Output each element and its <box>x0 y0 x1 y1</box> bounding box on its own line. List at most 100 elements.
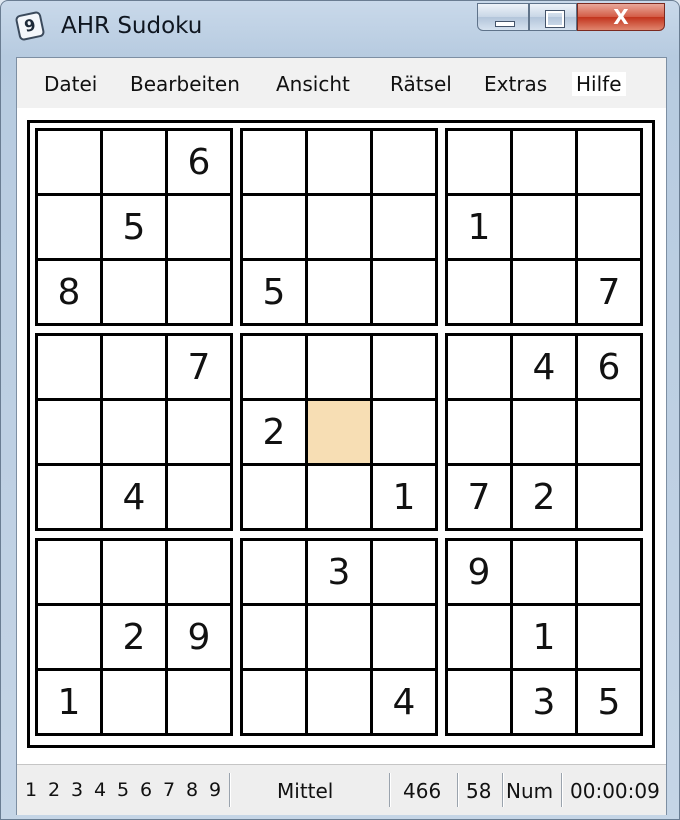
sudoku-cell-r7c9[interactable] <box>575 538 643 606</box>
menu-ansicht[interactable]: Ansicht <box>276 72 350 96</box>
digit-9[interactable]: 9 <box>209 779 221 801</box>
sudoku-cell-r6c9[interactable] <box>575 463 643 531</box>
sudoku-cell-r5c6[interactable] <box>370 398 438 466</box>
sudoku-cell-r6c7[interactable]: 7 <box>445 463 513 531</box>
sudoku-cell-r9c1[interactable]: 1 <box>35 668 103 736</box>
sudoku-cell-r4c8[interactable]: 4 <box>510 333 578 401</box>
menu-datei[interactable]: Datei <box>44 72 97 96</box>
sudoku-cell-r5c5[interactable] <box>305 398 373 466</box>
digit-7[interactable]: 7 <box>163 779 175 801</box>
menu-extras[interactable]: Extras <box>484 72 547 96</box>
sudoku-cell-r9c2[interactable] <box>100 668 168 736</box>
sudoku-cell-r9c5[interactable] <box>305 668 373 736</box>
digit-4[interactable]: 4 <box>94 779 106 801</box>
digit-5[interactable]: 5 <box>117 779 129 801</box>
sudoku-cell-r8c8[interactable]: 1 <box>510 603 578 671</box>
title-bar[interactable]: 9 AHR Sudoku X <box>1 1 679 53</box>
sudoku-cell-r3c9[interactable]: 7 <box>575 258 643 326</box>
sudoku-cell-r8c5[interactable] <box>305 603 373 671</box>
sudoku-cell-r6c2[interactable]: 4 <box>100 463 168 531</box>
sudoku-cell-r3c1[interactable]: 8 <box>35 258 103 326</box>
sudoku-cell-r3c6[interactable] <box>370 258 438 326</box>
digit-1[interactable]: 1 <box>25 779 37 801</box>
sudoku-cell-r4c7[interactable] <box>445 333 513 401</box>
sudoku-cell-r3c4[interactable]: 5 <box>240 258 308 326</box>
sudoku-cell-r6c1[interactable] <box>35 463 103 531</box>
sudoku-cell-r2c9[interactable] <box>575 193 643 261</box>
sudoku-cell-r6c4[interactable] <box>240 463 308 531</box>
sudoku-cell-r7c8[interactable] <box>510 538 578 606</box>
sudoku-cell-r2c3[interactable] <box>165 193 233 261</box>
sudoku-cell-r1c1[interactable] <box>35 128 103 196</box>
sudoku-cell-r1c8[interactable] <box>510 128 578 196</box>
sudoku-cell-r7c5[interactable]: 3 <box>305 538 373 606</box>
sudoku-cell-r3c3[interactable] <box>165 258 233 326</box>
sudoku-cell-r6c5[interactable] <box>305 463 373 531</box>
sudoku-cell-r9c9[interactable]: 5 <box>575 668 643 736</box>
sudoku-cell-r6c8[interactable]: 2 <box>510 463 578 531</box>
sudoku-cell-r1c9[interactable] <box>575 128 643 196</box>
sudoku-cell-r4c3[interactable]: 7 <box>165 333 233 401</box>
sudoku-cell-r5c1[interactable] <box>35 398 103 466</box>
sudoku-cell-r9c8[interactable]: 3 <box>510 668 578 736</box>
sudoku-cell-r1c6[interactable] <box>370 128 438 196</box>
maximize-button[interactable] <box>529 3 577 31</box>
sudoku-cell-r5c9[interactable] <box>575 398 643 466</box>
sudoku-cell-r9c6[interactable]: 4 <box>370 668 438 736</box>
sudoku-cell-r4c4[interactable] <box>240 333 308 401</box>
sudoku-cell-r6c3[interactable] <box>165 463 233 531</box>
digit-6[interactable]: 6 <box>140 779 152 801</box>
sudoku-cell-r5c2[interactable] <box>100 398 168 466</box>
sudoku-cell-r2c4[interactable] <box>240 193 308 261</box>
sudoku-cell-r7c1[interactable] <box>35 538 103 606</box>
sudoku-cell-r2c7[interactable]: 1 <box>445 193 513 261</box>
sudoku-cell-r8c4[interactable] <box>240 603 308 671</box>
sudoku-cell-r7c7[interactable]: 9 <box>445 538 513 606</box>
sudoku-cell-r8c3[interactable]: 9 <box>165 603 233 671</box>
sudoku-cell-r1c7[interactable] <box>445 128 513 196</box>
minimize-button[interactable] <box>477 3 529 31</box>
sudoku-cell-r3c8[interactable] <box>510 258 578 326</box>
sudoku-cell-r9c3[interactable] <box>165 668 233 736</box>
sudoku-cell-r7c2[interactable] <box>100 538 168 606</box>
sudoku-cell-r4c2[interactable] <box>100 333 168 401</box>
menu-raetsel[interactable]: Rätsel <box>390 72 452 96</box>
sudoku-cell-r8c7[interactable] <box>445 603 513 671</box>
digit-8[interactable]: 8 <box>186 779 198 801</box>
sudoku-cell-r8c1[interactable] <box>35 603 103 671</box>
sudoku-cell-r1c5[interactable] <box>305 128 373 196</box>
menu-bearbeiten[interactable]: Bearbeiten <box>130 72 240 96</box>
digit-3[interactable]: 3 <box>71 779 83 801</box>
sudoku-cell-r1c2[interactable] <box>100 128 168 196</box>
sudoku-cell-r2c8[interactable] <box>510 193 578 261</box>
sudoku-cell-r5c4[interactable]: 2 <box>240 398 308 466</box>
sudoku-cell-r5c7[interactable] <box>445 398 513 466</box>
sudoku-cell-r5c3[interactable] <box>165 398 233 466</box>
close-button[interactable]: X <box>577 3 665 31</box>
sudoku-cell-r8c2[interactable]: 2 <box>100 603 168 671</box>
sudoku-cell-r3c5[interactable] <box>305 258 373 326</box>
sudoku-cell-r1c3[interactable]: 6 <box>165 128 233 196</box>
sudoku-cell-r2c1[interactable] <box>35 193 103 261</box>
sudoku-cell-r7c3[interactable] <box>165 538 233 606</box>
menu-hilfe[interactable]: Hilfe <box>572 72 626 96</box>
sudoku-cell-r3c7[interactable] <box>445 258 513 326</box>
sudoku-cell-r4c5[interactable] <box>305 333 373 401</box>
sudoku-cell-r2c2[interactable]: 5 <box>100 193 168 261</box>
sudoku-cell-r8c9[interactable] <box>575 603 643 671</box>
sudoku-cell-r4c1[interactable] <box>35 333 103 401</box>
sudoku-cell-r1c4[interactable] <box>240 128 308 196</box>
sudoku-cell-r8c6[interactable] <box>370 603 438 671</box>
digit-2[interactable]: 2 <box>48 779 60 801</box>
sudoku-cell-r3c2[interactable] <box>100 258 168 326</box>
sudoku-cell-r2c5[interactable] <box>305 193 373 261</box>
sudoku-cell-r7c6[interactable] <box>370 538 438 606</box>
sudoku-cell-r2c6[interactable] <box>370 193 438 261</box>
sudoku-cell-r4c9[interactable]: 6 <box>575 333 643 401</box>
sudoku-cell-r7c4[interactable] <box>240 538 308 606</box>
sudoku-cell-r9c4[interactable] <box>240 668 308 736</box>
sudoku-cell-r4c6[interactable] <box>370 333 438 401</box>
sudoku-cell-r5c8[interactable] <box>510 398 578 466</box>
sudoku-cell-r6c6[interactable]: 1 <box>370 463 438 531</box>
sudoku-cell-r9c7[interactable] <box>445 668 513 736</box>
